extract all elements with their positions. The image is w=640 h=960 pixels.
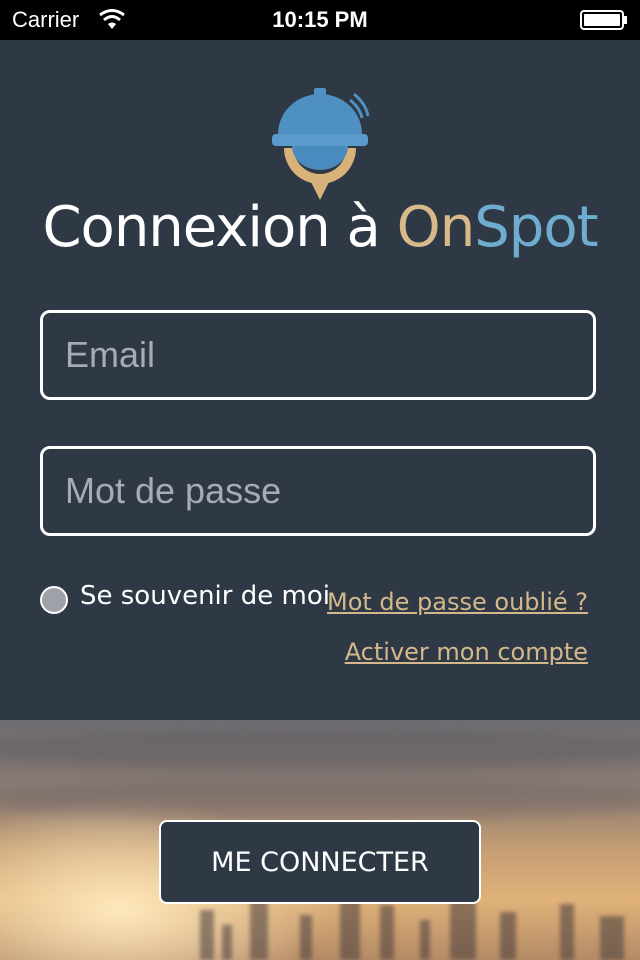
brand-on: On (396, 195, 476, 260)
battery-icon (580, 10, 627, 30)
forgot-password-link[interactable]: Mot de passe oublié ? (327, 588, 588, 616)
service-bell-location-pin-icon (272, 88, 370, 200)
login-panel: Connexion à OnSpot Se souvenir de moi Mo… (0, 40, 640, 720)
page-title: Connexion à OnSpot (0, 195, 640, 260)
remember-me-label[interactable]: Se souvenir de moi (80, 581, 330, 611)
status-bar: Carrier 10:15 PM (0, 0, 640, 40)
remember-me-checkbox[interactable] (40, 586, 68, 614)
email-field[interactable] (40, 310, 596, 400)
status-time: 10:15 PM (272, 7, 368, 32)
connect-button[interactable]: ME CONNECTER (159, 820, 481, 904)
brand-spot: Spot (474, 195, 598, 260)
password-field[interactable] (40, 446, 596, 536)
activate-account-link[interactable]: Activer mon compte (345, 638, 588, 666)
title-prefix: Connexion à (42, 195, 397, 260)
